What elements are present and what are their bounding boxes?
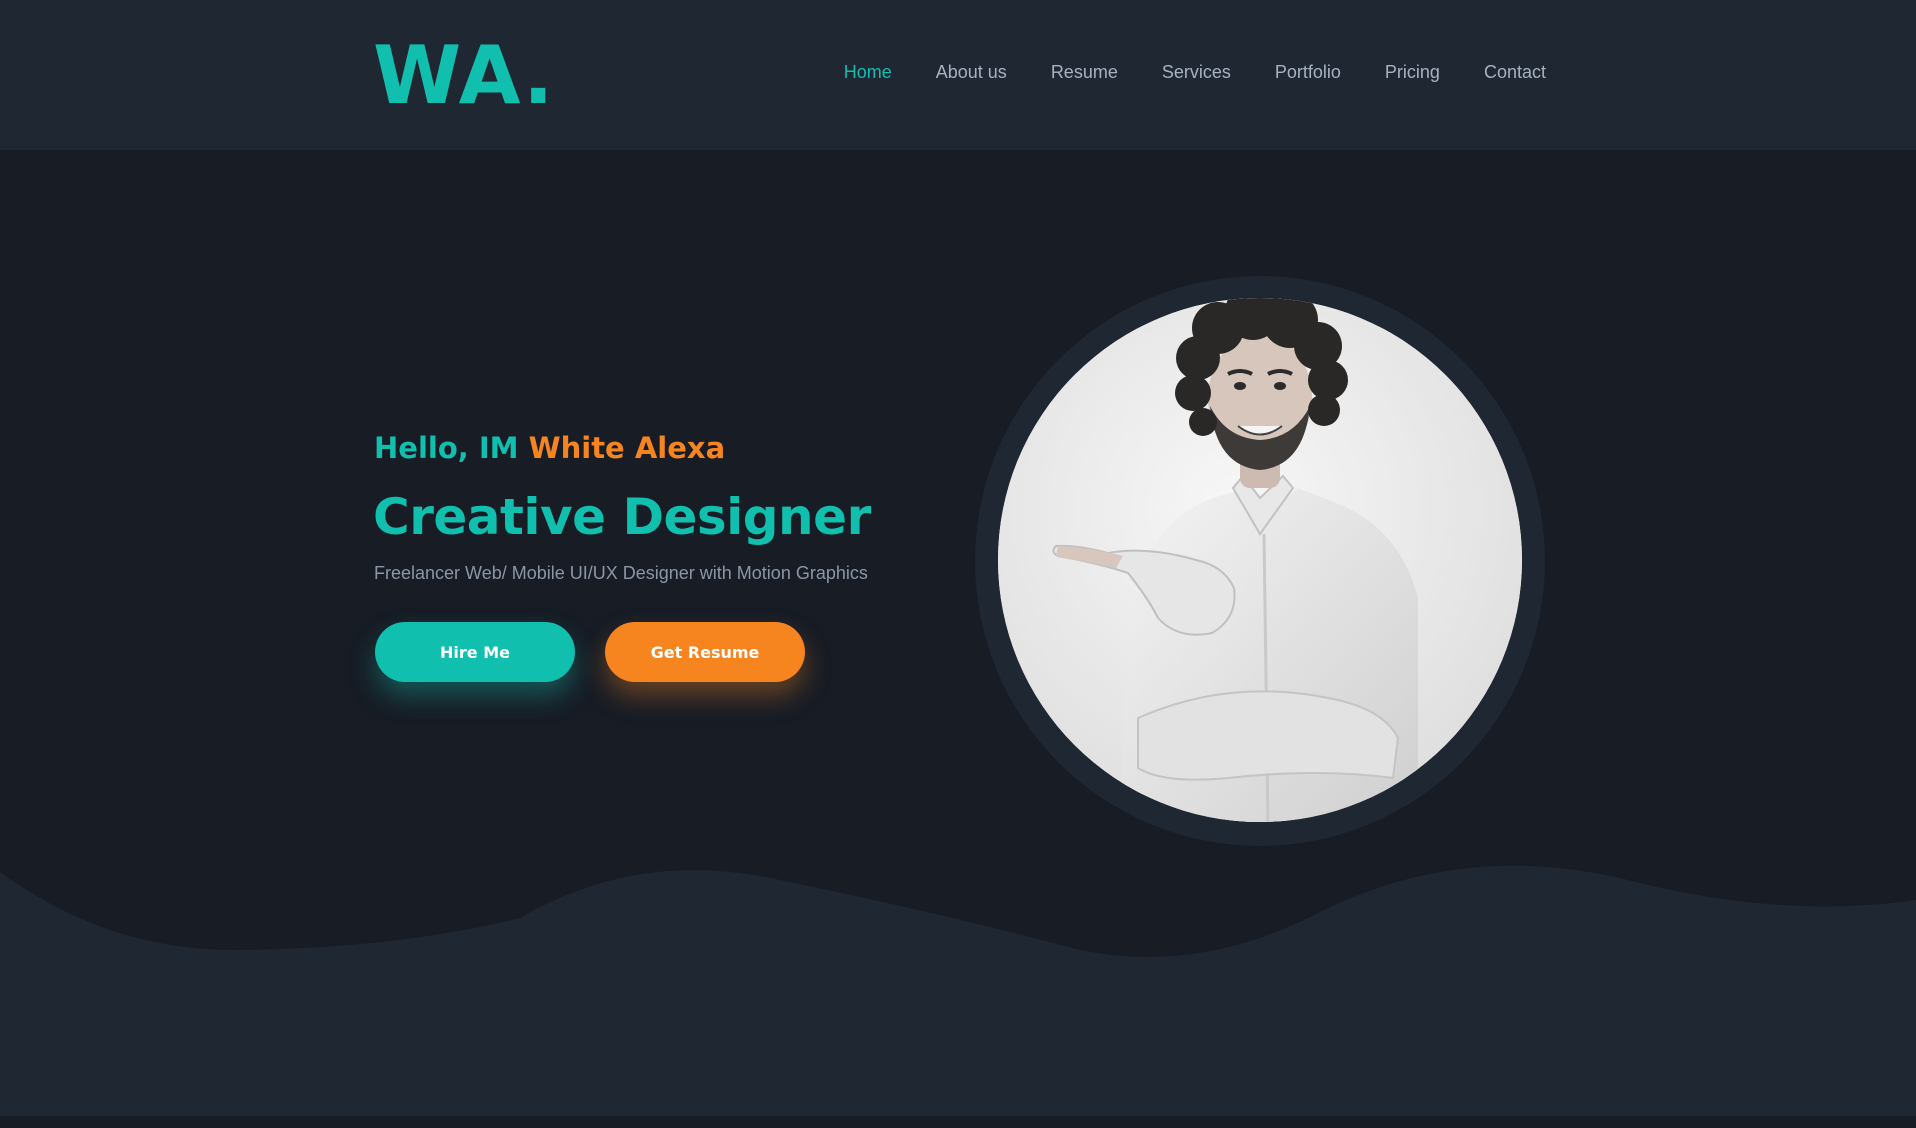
nav-item-contact[interactable]: Contact [1484,60,1546,84]
nav-item-services[interactable]: Services [1162,60,1231,84]
nav-item-about-us[interactable]: About us [936,60,1007,84]
nav-item-home[interactable]: Home [844,60,892,84]
get-resume-button[interactable]: Get Resume [605,622,805,682]
portrait-illustration [998,298,1522,822]
main-nav: Home About us Resume Services Portfolio … [844,60,1546,84]
hire-me-button[interactable]: Hire Me [375,622,575,682]
nav-item-pricing[interactable]: Pricing [1385,60,1440,84]
nav-item-portfolio[interactable]: Portfolio [1275,60,1341,84]
site-logo[interactable]: WA. [373,30,554,122]
wave-divider [0,865,1916,1128]
nav-item-resume[interactable]: Resume [1051,60,1118,84]
hero-title: Creative Designer [373,488,871,546]
hero-subtitle: Freelancer Web/ Mobile UI/UX Designer wi… [374,563,868,583]
top-navbar: WA. Home About us Resume Services Portfo… [0,0,1916,150]
hero-greeting: Hello, IM White Alexa [374,428,725,468]
hero-name: White Alexa [528,431,726,465]
greeting-prefix: Hello, IM [374,431,519,465]
person-portrait-icon [998,298,1522,822]
